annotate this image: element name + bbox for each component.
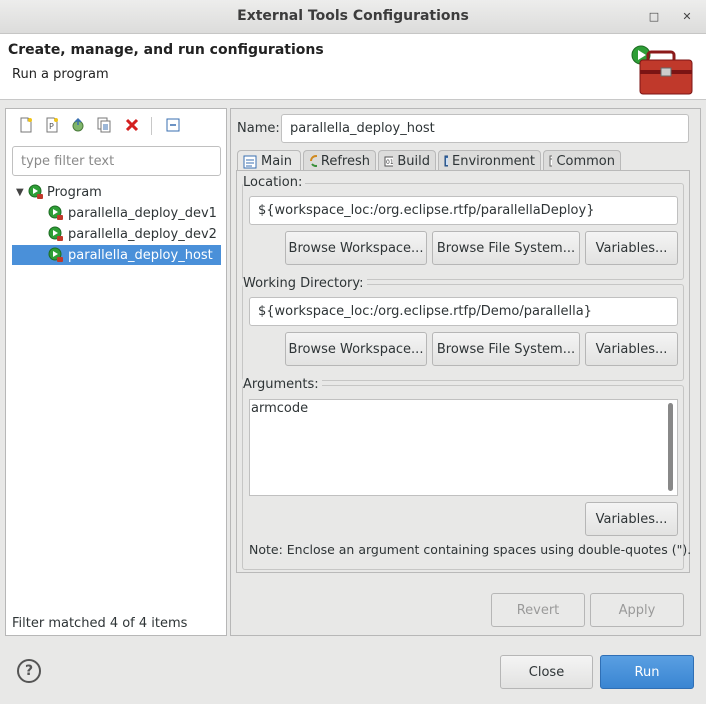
arguments-text: armcode	[251, 401, 309, 416]
browse-file-system-button[interactable]: Browse File System...	[432, 231, 580, 265]
browse-workspace-button[interactable]: Browse Workspace...	[285, 231, 427, 265]
configuration-icon	[48, 205, 63, 220]
name-label: Name:	[237, 121, 280, 136]
working-directory-field[interactable]: ${workspace_loc:/org.eclipse.rtfp/Demo/p…	[249, 297, 678, 326]
duplicate-icon[interactable]	[94, 115, 114, 135]
tab-label: Build	[397, 153, 430, 169]
collapse-all-icon[interactable]	[163, 115, 183, 135]
working-directory-label: Working Directory:	[243, 276, 367, 291]
main-tab-icon	[243, 155, 257, 168]
arguments-variables-button[interactable]: Variables...	[585, 502, 678, 536]
run-button[interactable]: Run	[600, 655, 694, 689]
variables-button[interactable]: Variables...	[585, 332, 678, 366]
tab-common[interactable]: Common	[543, 150, 621, 171]
configurations-panel: P ▼ Program parallella_deploy_dev1 paral…	[5, 108, 227, 636]
program-icon	[28, 184, 43, 199]
window-title: External Tools Configurations	[237, 8, 469, 24]
main-tab-content: Location: ${workspace_loc:/org.eclipse.r…	[236, 170, 691, 573]
tree-item-config[interactable]: parallella_deploy_dev2	[48, 224, 217, 244]
working-directory-group: Working Directory: ${workspace_loc:/org.…	[242, 276, 684, 381]
tab-build[interactable]: 010 Build	[378, 150, 436, 171]
expand-arrow-icon[interactable]: ▼	[16, 187, 28, 198]
apply-button[interactable]: Apply	[590, 593, 684, 627]
arguments-label: Arguments:	[243, 377, 322, 392]
new-prototype-icon[interactable]: P	[42, 115, 62, 135]
tree-item-label: parallella_deploy_dev1	[68, 205, 217, 221]
refresh-icon	[310, 155, 317, 167]
svg-text:010: 010	[386, 159, 393, 166]
configuration-icon	[48, 247, 63, 262]
tree-item-label: Program	[47, 184, 102, 200]
dialog-header: Create, manage, and run configurations R…	[0, 34, 706, 100]
tab-label: Environment	[451, 153, 535, 169]
build-icon: 010	[384, 156, 394, 167]
revert-button[interactable]: Revert	[491, 593, 585, 627]
common-icon	[549, 155, 553, 167]
tree-item-config[interactable]: parallella_deploy_dev1	[48, 203, 217, 223]
location-group: Location: ${workspace_loc:/org.eclipse.r…	[242, 175, 684, 280]
title-bar: External Tools Configurations □ ✕	[0, 0, 706, 34]
header-description: Run a program	[12, 67, 109, 82]
tab-label: Main	[261, 154, 293, 169]
tab-main[interactable]: Main	[237, 150, 301, 172]
tab-label: Refresh	[320, 153, 370, 169]
arguments-scrollbar[interactable]	[668, 403, 673, 491]
environment-icon	[444, 155, 448, 167]
toolbox-icon	[631, 45, 693, 95]
arguments-note: Note: Enclose an argument containing spa…	[249, 542, 692, 557]
toolbar-separator	[151, 117, 152, 135]
header-title: Create, manage, and run configurations	[8, 42, 324, 58]
tab-environment[interactable]: Environment	[438, 150, 541, 171]
close-icon[interactable]: ✕	[679, 9, 695, 25]
tree-item-label: parallella_deploy_host	[68, 247, 213, 263]
close-button[interactable]: Close	[500, 655, 593, 689]
tree-item-label: parallella_deploy_dev2	[68, 226, 217, 242]
variables-button[interactable]: Variables...	[585, 231, 678, 265]
name-field[interactable]: parallella_deploy_host	[281, 114, 689, 143]
location-label: Location:	[243, 175, 306, 190]
export-icon[interactable]	[68, 115, 88, 135]
browse-workspace-button[interactable]: Browse Workspace...	[285, 332, 427, 366]
new-configuration-icon[interactable]	[16, 115, 36, 135]
maximize-icon[interactable]: □	[646, 9, 662, 25]
filter-input[interactable]	[12, 146, 221, 176]
location-field[interactable]: ${workspace_loc:/org.eclipse.rtfp/parall…	[249, 196, 678, 225]
tab-refresh[interactable]: Refresh	[303, 150, 376, 171]
filter-status: Filter matched 4 of 4 items	[12, 616, 188, 631]
arguments-textarea[interactable]: armcode	[249, 399, 678, 496]
browse-file-system-button[interactable]: Browse File System...	[432, 332, 580, 366]
tab-label: Common	[556, 153, 615, 169]
delete-icon[interactable]	[122, 115, 142, 135]
svg-text:P: P	[49, 122, 54, 131]
tree-item-program[interactable]: ▼ Program	[16, 182, 102, 202]
configuration-icon	[48, 226, 63, 241]
help-icon[interactable]: ?	[17, 659, 41, 683]
tree-item-config-selected[interactable]: parallella_deploy_host	[12, 245, 221, 265]
configuration-editor: Name: parallella_deploy_host Main Refres…	[230, 108, 701, 636]
arguments-group: Arguments: armcode Variables... Note: En…	[242, 377, 691, 570]
